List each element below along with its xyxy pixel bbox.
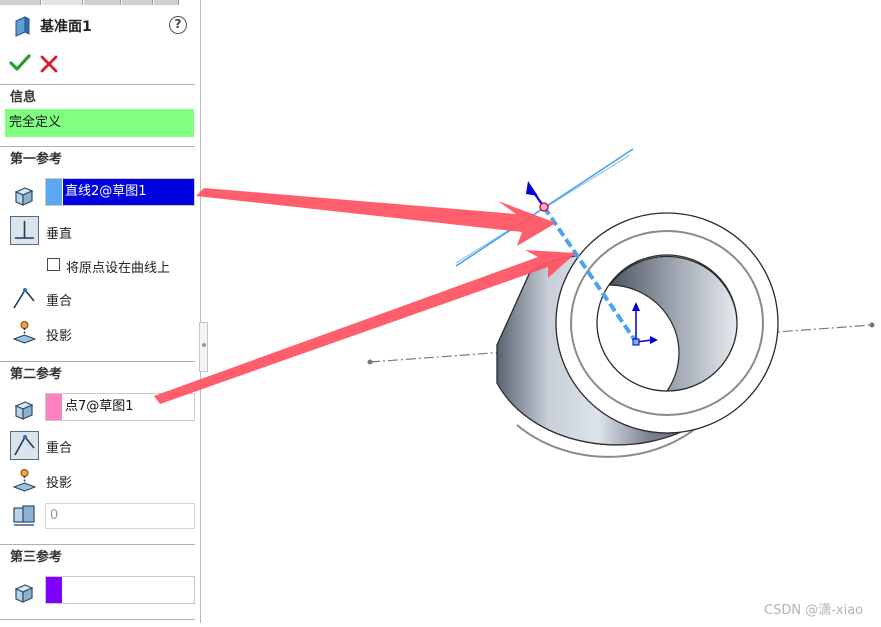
first-reference-swatch <box>46 179 62 205</box>
third-reference-swatch <box>46 577 62 603</box>
check-icon[interactable] <box>9 53 31 73</box>
tab-property-manager[interactable] <box>42 0 83 5</box>
tab-dimxpert[interactable] <box>122 0 153 5</box>
divider <box>0 146 195 147</box>
third-reference-heading: 第三参考 <box>10 550 63 565</box>
projection-label: 投影 <box>46 476 73 491</box>
coincident-icon <box>14 435 35 456</box>
arrow-up-icon[interactable] <box>526 181 538 196</box>
graphics-viewport[interactable] <box>208 0 881 623</box>
info-heading: 信息 <box>10 90 37 105</box>
third-reference-field[interactable] <box>45 576 195 604</box>
panel-title: 基准面1 <box>40 19 92 35</box>
perpendicular-icon <box>15 221 34 239</box>
first-reference-field[interactable]: 直线2@草图1 <box>45 178 195 206</box>
coincident-button[interactable] <box>10 431 39 460</box>
distance-icon[interactable] <box>11 502 37 528</box>
reference-plane-icon <box>15 16 30 37</box>
coincident-button[interactable] <box>10 284 39 313</box>
divider <box>0 361 195 362</box>
projection-button[interactable] <box>10 318 39 347</box>
property-manager-panel: 基准面1 ? 信息 完全定义 第一参考 直线2@草图1 垂直 将原点设在曲线上 <box>0 0 201 623</box>
close-icon[interactable] <box>39 54 59 74</box>
projection-icon <box>12 321 37 344</box>
origin-on-curve-label: 将原点设在曲线上 <box>66 261 171 276</box>
third-reference-value[interactable] <box>63 577 65 603</box>
distance-input[interactable]: 0 <box>45 503 195 529</box>
question-mark-icon[interactable]: ? <box>169 16 187 34</box>
point-7[interactable] <box>539 202 549 212</box>
projection-icon <box>12 469 37 492</box>
second-reference-field[interactable]: 点7@草图1 <box>45 393 195 421</box>
panel-tabs <box>0 0 201 5</box>
reference-entity-icon <box>14 584 34 603</box>
origin-on-curve-checkbox[interactable] <box>47 258 60 271</box>
coincident-label: 重合 <box>46 441 73 456</box>
panel-splitter-handle[interactable] <box>199 322 208 372</box>
watermark: CSDN @潇-xiao <box>764 603 864 618</box>
perpendicular-label: 垂直 <box>46 227 73 242</box>
divider <box>0 619 195 620</box>
tab-display-manager[interactable] <box>154 0 179 5</box>
reference-entity-icon <box>14 401 34 420</box>
model-view[interactable] <box>208 0 881 623</box>
projection-button[interactable] <box>10 466 39 495</box>
origin-handle[interactable] <box>632 338 640 346</box>
reference-entity-icon <box>14 187 34 206</box>
coincident-icon <box>13 288 35 309</box>
first-reference-heading: 第一参考 <box>10 152 63 167</box>
status-badge: 完全定义 <box>5 109 194 137</box>
coincident-label: 重合 <box>46 294 73 309</box>
divider <box>0 544 195 545</box>
perpendicular-button[interactable] <box>10 216 39 245</box>
first-reference-value[interactable]: 直线2@草图1 <box>63 179 194 205</box>
second-reference-swatch <box>46 394 62 420</box>
projection-label: 投影 <box>46 329 73 344</box>
divider <box>0 84 195 85</box>
grip-icon <box>202 343 206 347</box>
tab-configuration-manager[interactable] <box>84 0 121 5</box>
second-reference-value[interactable]: 点7@草图1 <box>63 394 134 420</box>
second-reference-heading: 第二参考 <box>10 367 63 382</box>
tab-feature-manager[interactable] <box>0 0 41 5</box>
